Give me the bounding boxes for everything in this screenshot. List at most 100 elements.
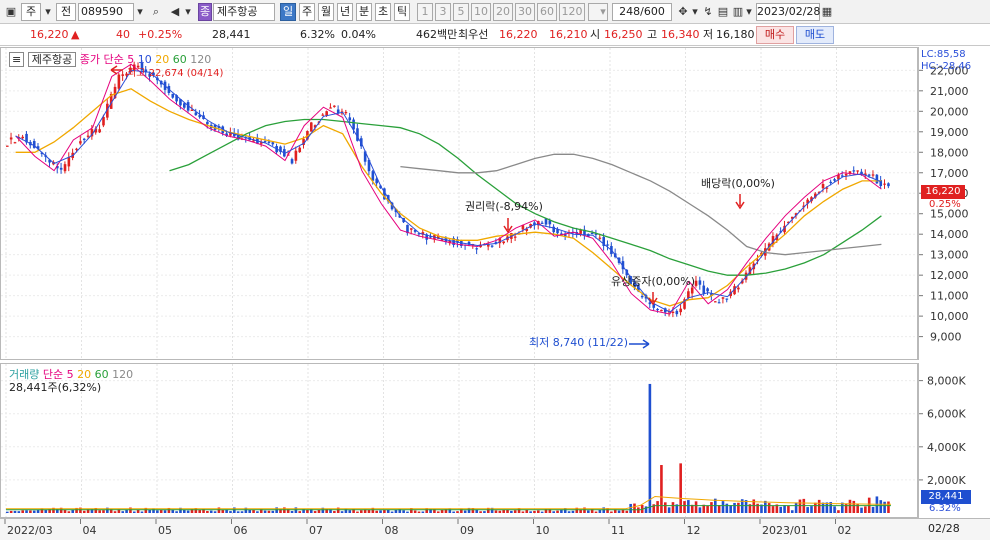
prev-button[interactable]: 전 (56, 3, 76, 21)
candle-body (333, 105, 336, 107)
volume-bar (887, 501, 890, 513)
volume-bar (648, 383, 652, 513)
volume-bar (213, 511, 217, 513)
interval-10[interactable]: 10 (471, 3, 491, 21)
legend-menu-icon[interactable]: ≡ (9, 52, 25, 67)
volume-bar (463, 510, 467, 513)
interval-20[interactable]: 20 (493, 3, 513, 21)
quote-bar: 16,220 ▲ 40 +0.25% 28,441 6.32% 0.04% 46… (0, 24, 990, 46)
candle-body (194, 112, 198, 116)
volume-bar (790, 510, 794, 513)
current-price-tag: 16,220 (921, 185, 965, 199)
volume-bar (848, 499, 852, 513)
date-input[interactable]: 2023/02/28 (756, 3, 820, 21)
candle-body (648, 302, 652, 305)
volume-bar (44, 509, 48, 513)
crosshair-icon[interactable]: ✥ (676, 4, 690, 20)
volume-bar (817, 499, 821, 513)
candle-body (883, 183, 886, 185)
calendar-icon[interactable]: ▦ (820, 4, 834, 20)
volume-bar (725, 503, 729, 513)
volume-bar (102, 510, 105, 513)
speaker-dropdown-icon[interactable]: ▾ (182, 4, 194, 20)
volume-bar (356, 511, 359, 513)
window-icon[interactable]: ▣ (3, 4, 19, 20)
high-annotation: 최고 22,674 (04/14) (127, 68, 224, 79)
date-tick-label: 08 (385, 524, 399, 537)
volume: 28,441 (212, 28, 251, 41)
dividend-annotation: 배당락(0,00%) (701, 177, 775, 190)
candle-body (675, 310, 679, 315)
market-select[interactable]: 주 (21, 3, 41, 21)
volume-bar (17, 511, 21, 513)
zigzag-icon[interactable]: ↯ (701, 4, 715, 20)
print-dropdown-icon[interactable]: ▾ (743, 4, 755, 20)
tab-month[interactable]: 월 (318, 3, 334, 21)
candle-body (79, 141, 82, 144)
tab-week[interactable]: 주 (299, 3, 315, 21)
volume-bar (32, 510, 36, 513)
interval-5[interactable]: 5 (453, 3, 469, 21)
low-label: 저 (703, 28, 714, 41)
volume-chart-pane[interactable]: 거래량 단순 5 20 60 120 28,441주(6,32%) (0, 363, 918, 518)
candle-body (698, 280, 702, 285)
volume-bar (479, 511, 482, 513)
volume-bar (82, 510, 86, 513)
price-chart-pane[interactable]: ≡ 제주항공 종가 단순 5 10 20 60 120 최고 22,674 (0… (0, 47, 918, 360)
candle-body (294, 150, 298, 161)
count-input[interactable]: 248/600 (612, 3, 672, 21)
sell-button[interactable]: 매도 (796, 26, 834, 44)
hc-indicator: HC:-28,46 (921, 61, 972, 72)
open-price: 16,250 (604, 28, 643, 41)
volume-bar (810, 506, 813, 513)
high-label: 고 (647, 28, 658, 41)
volume-tick-label: 4,000K (927, 441, 966, 454)
volume-value: 28,441주(6,32%) (9, 381, 102, 394)
candle-body (21, 136, 24, 139)
candle-body (63, 164, 67, 172)
stock-code-input[interactable]: 089590 (78, 3, 134, 21)
volume-bar (9, 510, 13, 513)
candle-body (702, 285, 706, 294)
candle-body (694, 280, 698, 286)
code-dropdown-icon[interactable]: ▾ (134, 4, 146, 20)
interval-1[interactable]: 1 (417, 3, 433, 21)
tab-day[interactable]: 일 (280, 3, 296, 21)
candle-body (887, 183, 890, 187)
candle-body (475, 248, 479, 250)
price-tick-label: 17,000 (930, 167, 969, 180)
date-axis[interactable]: 2022/03 04 05 06 07 08 09 10 11 12 2023/01 02 02/28 (0, 518, 990, 540)
low-price: 16,180 (716, 28, 755, 41)
open-label: 시 (590, 28, 601, 41)
volume-bar (186, 510, 190, 513)
volume-bar (656, 501, 659, 513)
volume-bar (871, 506, 875, 513)
legend-stock-name[interactable]: 제주항공 (27, 52, 77, 67)
volume-axis: 2,000K 4,000K 6,000K 8,000K 28,441 6.32% (918, 363, 990, 518)
buy-button[interactable]: 매수 (756, 26, 794, 44)
chevron-down-icon[interactable]: ▾ (42, 4, 54, 20)
crosshair-dropdown-icon[interactable]: ▾ (690, 4, 700, 20)
volume-bar (21, 510, 24, 513)
volume-bar (833, 506, 836, 513)
tab-second[interactable]: 초 (375, 3, 391, 21)
toolbar: ▣ 주 ▾ 전 089590 ▾ ⌕ ◀ ▾ 종 제주항공 일 주 월 년 분 … (0, 0, 990, 24)
search-icon[interactable]: ⌕ (149, 4, 163, 20)
candle-body (590, 232, 594, 235)
interval-60[interactable]: 60 (537, 3, 557, 21)
volume-bar (29, 510, 32, 513)
speaker-icon[interactable]: ◀ (168, 4, 182, 20)
tab-minute[interactable]: 분 (356, 3, 372, 21)
interval-120[interactable]: 120 (559, 3, 585, 21)
interval-30[interactable]: 30 (515, 3, 535, 21)
candle-body (6, 145, 9, 147)
tab-tick[interactable]: 틱 (394, 3, 410, 21)
candle-body (640, 296, 644, 298)
candle-body (344, 112, 348, 114)
save-icon[interactable]: ▤ (716, 4, 730, 20)
interval-dropdown-icon[interactable]: ▾ (597, 4, 609, 20)
price-tick-label: 9,000 (930, 331, 962, 344)
interval-3[interactable]: 3 (435, 3, 451, 21)
tab-year[interactable]: 년 (337, 3, 353, 21)
volume-bar (13, 510, 17, 513)
